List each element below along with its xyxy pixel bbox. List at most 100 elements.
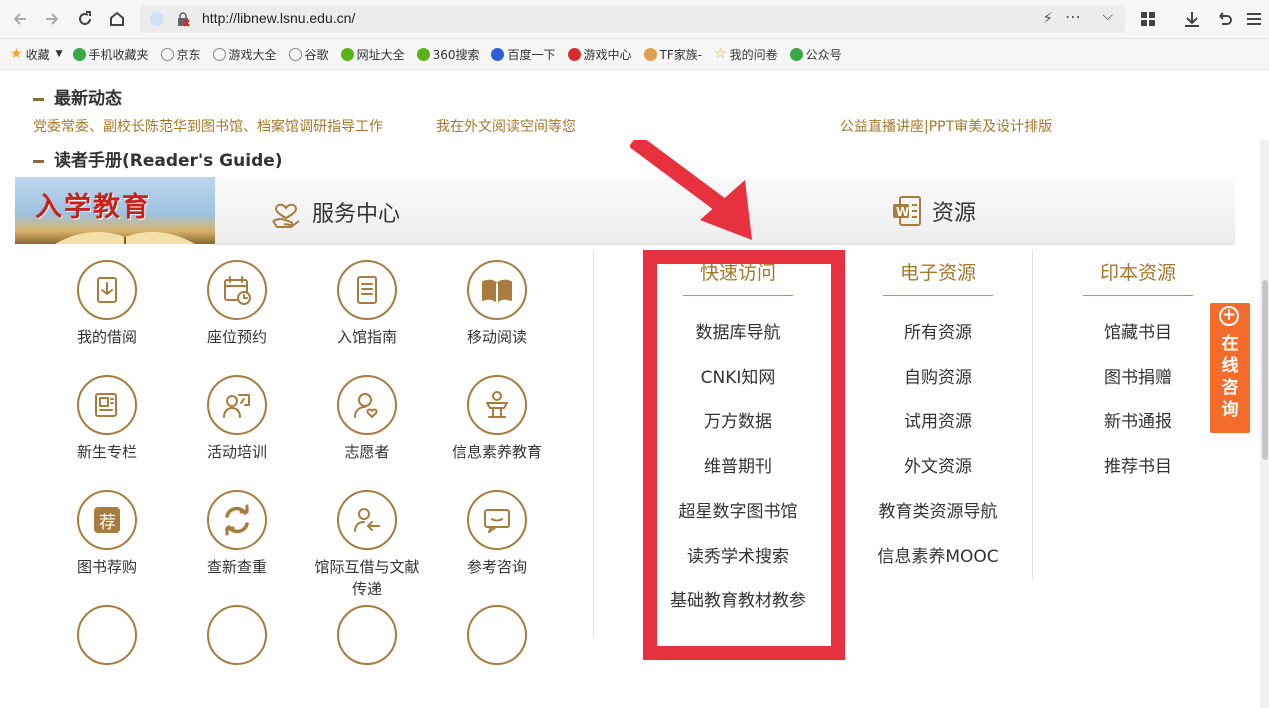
cap-icon (77, 605, 137, 665)
news-link-2[interactable]: 我在外文阅读空间等您 (436, 116, 576, 136)
bookmark-label: 公众号 (805, 47, 842, 62)
service-item[interactable]: 座位预约 (182, 260, 292, 348)
service-item[interactable]: 信息素养教育 (442, 375, 552, 463)
bookmark-item[interactable]: ★ 收藏 (10, 46, 50, 63)
plus-icon: + (1219, 306, 1239, 326)
service-label: 座位预约 (206, 328, 267, 346)
undo-icon[interactable] (1215, 10, 1233, 32)
service-item[interactable] (52, 605, 162, 665)
service-item[interactable] (182, 605, 292, 665)
guide-doc-icon (337, 260, 397, 320)
volunteer-icon (337, 375, 397, 435)
service-item[interactable]: 馆际互借与文献传递 (312, 490, 422, 600)
orientation-banner[interactable]: 入学教育 (15, 177, 215, 244)
news-link-3[interactable]: 公益直播讲座|PPT审美及设计排版 (840, 116, 1052, 136)
resource-link[interactable]: 外文资源 (904, 452, 972, 477)
bookmark-item[interactable]: 游戏中心 (567, 46, 632, 63)
service-item[interactable]: 入馆指南 (312, 260, 422, 348)
service-label: 新生专栏 (76, 443, 137, 461)
scrollbar-thumb[interactable] (1262, 280, 1268, 460)
search-360-icon (416, 47, 430, 61)
bookmark-item[interactable]: 百度一下 (491, 46, 556, 63)
latest-news-title: 最新动态 (54, 89, 122, 109)
reader-guide-heading[interactable]: 读者手册(Reader's Guide) (33, 146, 283, 171)
heading-dash (33, 97, 44, 101)
bookmark-label: 收藏 (25, 47, 50, 62)
forward-button[interactable] (40, 7, 64, 31)
bookmark-item[interactable]: 京东 (160, 46, 201, 63)
resource-link[interactable]: 自购资源 (904, 363, 972, 388)
book-illustration-icon (55, 231, 195, 244)
address-bar[interactable]: http://libnew.lsnu.edu.cn/ ⚡ ⋯ ⌵ (140, 5, 1125, 33)
transfer-user-icon (337, 490, 397, 550)
clipboard-icon (337, 605, 397, 665)
reload-icon (79, 11, 91, 25)
online-consult-widget[interactable]: + 在线咨询 (1210, 303, 1250, 433)
url-text: http://libnew.lsnu.edu.cn/ (202, 10, 356, 26)
back-button[interactable] (8, 7, 32, 31)
more-icon[interactable]: ⋯ (1065, 7, 1081, 26)
news-link-1[interactable]: 党委常委、副校长陈范华到图书馆、档案馆调研指导工作 (33, 116, 383, 136)
insecure-lock-icon (176, 11, 190, 27)
bookmark-item[interactable]: TF家族- (643, 46, 702, 63)
tab-resources[interactable]: W 资源 (892, 195, 976, 227)
bookmark-item[interactable]: ☆ 我的问卷 (714, 46, 778, 63)
service-item[interactable] (442, 605, 552, 665)
browser-toolbar: http://libnew.lsnu.edu.cn/ ⚡ ⋯ ⌵ (0, 0, 1269, 39)
resource-link[interactable]: 馆藏书目 (1104, 318, 1172, 343)
chat-icon (467, 490, 527, 550)
service-item[interactable]: 活动培训 (182, 375, 292, 463)
service-item[interactable]: 移动阅读 (442, 260, 552, 348)
newspaper-icon (77, 375, 137, 435)
bookmark-item[interactable]: 游戏大全 (212, 46, 277, 63)
highlight-box (643, 250, 845, 660)
service-label: 信息素养教育 (451, 443, 542, 461)
bookmark-item[interactable]: 谷歌 (288, 46, 329, 63)
resource-link[interactable]: 图书捐赠 (1104, 363, 1172, 388)
site-icon (340, 47, 354, 61)
lightning-icon[interactable]: ⚡ (1042, 9, 1053, 27)
phone-icon (72, 47, 86, 61)
bookmark-label: 谷歌 (304, 47, 329, 62)
resource-link[interactable]: 信息素养MOOC (877, 542, 998, 567)
download-icon[interactable] (1183, 10, 1201, 32)
resource-link[interactable]: 所有资源 (904, 318, 972, 343)
star-outline-icon: ☆ (714, 46, 727, 62)
bookmark-item[interactable]: 网址大全 (340, 46, 405, 63)
service-item[interactable] (312, 605, 422, 665)
resource-link[interactable]: 新书通报 (1104, 407, 1172, 432)
divider (593, 250, 594, 638)
bookmark-label: 手机收藏夹 (88, 47, 149, 62)
apps-grid-icon[interactable] (1140, 11, 1156, 31)
service-item[interactable]: 参考咨询 (442, 490, 552, 578)
open-book-icon (467, 260, 527, 320)
online-consult-label: 在线咨询 (1221, 334, 1239, 420)
chevron-down-icon[interactable]: ⌵ (1102, 8, 1113, 24)
service-item[interactable]: 我的借阅 (52, 260, 162, 348)
forward-arrow-icon (46, 13, 59, 25)
service-label: 图书荐购 (76, 558, 137, 576)
home-button[interactable] (105, 7, 129, 31)
menu-icon[interactable] (1245, 10, 1263, 32)
service-item[interactable]: 查新查重 (182, 490, 292, 578)
tab-service-center[interactable]: 服务中心 (270, 195, 400, 229)
column-title-underline (883, 295, 993, 296)
calendar-clock-icon (207, 260, 267, 320)
bookmark-item[interactable]: 360搜索 (416, 46, 480, 63)
service-label: 参考咨询 (466, 558, 527, 576)
bookmark-item[interactable]: 公众号 (789, 46, 842, 63)
bookmark-label: 360搜索 (432, 47, 480, 62)
resource-link[interactable]: 教育类资源导航 (879, 497, 998, 522)
resource-link[interactable]: 试用资源 (904, 407, 972, 432)
service-item[interactable]: 志愿者 (312, 375, 422, 463)
dropdown-caret-icon[interactable]: ▼ (56, 49, 63, 59)
bookmark-item[interactable]: 手机收藏夹 (72, 46, 149, 63)
service-item[interactable]: 荐图书荐购 (52, 490, 162, 578)
bookmark-label: 网址大全 (356, 47, 405, 62)
back-arrow-icon (13, 13, 26, 25)
resource-link[interactable]: 推荐书目 (1104, 452, 1172, 477)
lectern-icon (467, 375, 527, 435)
service-item[interactable]: 新生专栏 (52, 375, 162, 463)
reload-button[interactable] (73, 7, 97, 31)
star-icon: ★ (10, 46, 23, 62)
